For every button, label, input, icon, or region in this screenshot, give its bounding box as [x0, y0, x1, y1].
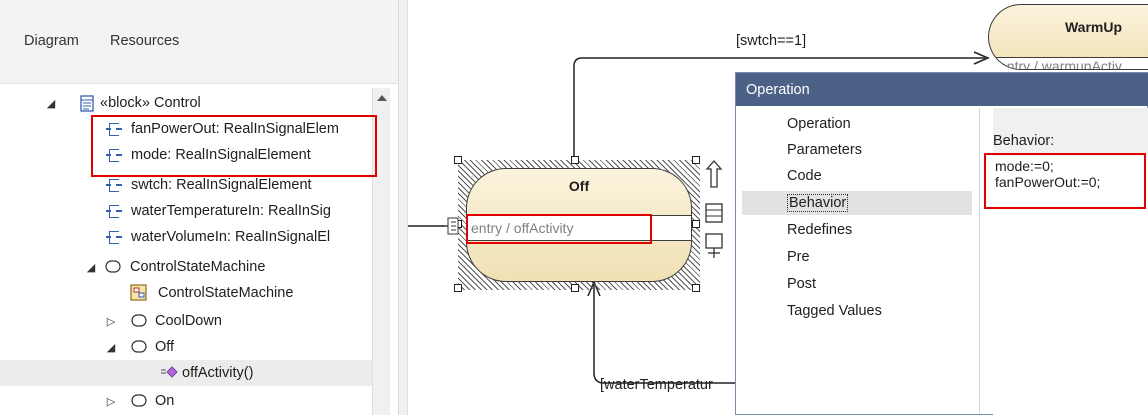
tree-item-fanpowerout[interactable]: fanPowerOut: RealInSignalElem: [0, 116, 372, 142]
state-name: WarmUp: [1064, 19, 1123, 35]
dialog-nav: Operation Parameters Code Behavior Redef…: [742, 108, 980, 413]
scroll-up-arrow-icon[interactable]: [377, 95, 387, 101]
state-name: Off: [568, 178, 590, 194]
nav-post[interactable]: Post: [742, 272, 972, 296]
panel-splitter[interactable]: [398, 0, 408, 415]
tree-item-control-block[interactable]: ◢ «block» Control: [0, 90, 372, 116]
nav-operation[interactable]: Operation: [742, 112, 972, 136]
block-icon: [79, 94, 95, 112]
state-icon: [131, 340, 147, 353]
tree-item-label: waterTemperatureIn: RealInSig: [131, 203, 331, 219]
properties-menu-icon[interactable]: [704, 202, 724, 224]
signal-port-icon: [106, 147, 122, 163]
nav-redefines[interactable]: Redefines: [742, 218, 972, 242]
nav-code[interactable]: Code: [742, 164, 972, 188]
nav-label: Behavior: [787, 194, 849, 212]
port-icon[interactable]: [442, 216, 460, 236]
nav-label: Tagged Values: [787, 303, 882, 319]
tree-item-label: waterVolumeIn: RealInSignalEl: [131, 229, 331, 245]
state-icon: [131, 314, 147, 327]
guard-label-swtch[interactable]: [swtch==1]: [736, 33, 806, 49]
state-icon: [131, 394, 147, 407]
resize-handle[interactable]: [454, 284, 462, 292]
resize-handle[interactable]: [692, 284, 700, 292]
nav-label: Post: [787, 276, 817, 292]
tree-item-label: On: [155, 393, 175, 409]
operation-icon: [160, 365, 178, 379]
state-diagram-icon: [130, 284, 147, 301]
nav-pre[interactable]: Pre: [742, 245, 972, 269]
tree-scrollbar[interactable]: [372, 88, 390, 415]
expanded-arrow-icon[interactable]: ◢: [45, 97, 57, 110]
tree-item-label: CoolDown: [155, 313, 222, 329]
signal-port-icon: [106, 177, 122, 193]
behavior-code-editor[interactable]: mode:=0; fanPowerOut:=0;: [993, 156, 1148, 415]
tree-item-watertemperaturein[interactable]: waterTemperatureIn: RealInSig: [0, 198, 372, 224]
tree-item-label: «block» Control: [100, 95, 201, 111]
behavior-label: Behavior:: [993, 133, 1055, 149]
nav-label: Pre: [787, 249, 810, 265]
code-line: fanPowerOut:=0;: [995, 174, 1101, 190]
nav-tagged-values[interactable]: Tagged Values: [742, 299, 972, 323]
resize-handle[interactable]: [692, 156, 700, 164]
tree-item-mode[interactable]: mode: RealInSignalElement: [0, 142, 372, 168]
resize-handle[interactable]: [571, 156, 579, 164]
state-machine-icon: [105, 260, 121, 273]
state-off[interactable]: Off entry / offActivity: [466, 168, 692, 282]
nav-label: Redefines: [787, 222, 853, 238]
collapsed-arrow-icon[interactable]: ▷: [105, 315, 117, 328]
operation-dialog[interactable]: Operation Operation Parameters Code Beha…: [735, 72, 1148, 415]
state-warmup[interactable]: WarmUp entry / warmupActiv: [988, 4, 1148, 70]
tree-item-swtch[interactable]: swtch: RealInSignalElement: [0, 172, 372, 198]
tree-item-off[interactable]: ◢ Off: [0, 334, 372, 360]
resize-handle[interactable]: [454, 156, 462, 164]
signal-port-icon: [106, 203, 122, 219]
nav-label: Operation: [787, 116, 851, 132]
tree-item-controlstatemachine[interactable]: ◢ ControlStateMachine: [0, 254, 372, 280]
tree-item-label: Off: [155, 339, 175, 355]
pin-toolbar-icon[interactable]: [704, 232, 724, 260]
tab-resources[interactable]: Resources: [110, 33, 179, 49]
tree-item-watervolumein[interactable]: waterVolumeIn: RealInSignalEl: [0, 224, 372, 250]
nav-parameters[interactable]: Parameters: [742, 138, 972, 162]
tree-item-on[interactable]: ▷ On: [0, 388, 372, 414]
resize-handle[interactable]: [571, 284, 579, 292]
nav-label: Parameters: [787, 142, 862, 158]
browser-tabs: Diagram Resources: [0, 0, 398, 84]
expanded-arrow-icon[interactable]: ◢: [105, 341, 117, 354]
behavior-pane: Behavior: mode:=0; fanPowerOut:=0;: [993, 108, 1148, 415]
collapsed-arrow-icon[interactable]: ▷: [105, 395, 117, 408]
tree-item-label: ControlStateMachine: [158, 285, 294, 301]
expanded-arrow-icon[interactable]: ◢: [85, 261, 97, 274]
signal-port-icon: [106, 121, 122, 137]
tree-item-label: swtch: RealInSignalElement: [131, 177, 312, 193]
state-activity: entry / offActivity: [467, 215, 691, 241]
tree-item-offactivity[interactable]: offActivity(): [0, 360, 372, 386]
quick-linker-arrow-icon[interactable]: [704, 158, 724, 190]
tree-item-label: fanPowerOut: RealInSignalElem: [131, 121, 339, 137]
tree-item-cooldown[interactable]: ▷ CoolDown: [0, 308, 372, 334]
dialog-title-bar[interactable]: Operation: [736, 73, 1148, 106]
nav-behavior[interactable]: Behavior: [742, 191, 972, 215]
tree-item-label: ControlStateMachine: [130, 259, 266, 275]
nav-label: Code: [787, 168, 822, 184]
tab-diagram[interactable]: Diagram: [24, 33, 79, 49]
project-browser: Diagram Resources ◢ «block» Control fanP…: [0, 0, 398, 415]
project-tree: ◢ «block» Control fanPowerOut: RealInSig…: [0, 84, 372, 415]
signal-port-icon: [106, 229, 122, 245]
tree-item-controlstatemachine-diagram[interactable]: ControlStateMachine: [0, 280, 372, 306]
tree-item-label: offActivity(): [182, 365, 254, 381]
resize-handle[interactable]: [692, 220, 700, 228]
code-line: mode:=0;: [995, 158, 1054, 174]
tree-item-label: mode: RealInSignalElement: [131, 147, 311, 163]
guard-label-watertemperature[interactable]: [waterTemperatur: [600, 377, 713, 393]
state-activity: entry / warmupActiv: [989, 57, 1148, 69]
